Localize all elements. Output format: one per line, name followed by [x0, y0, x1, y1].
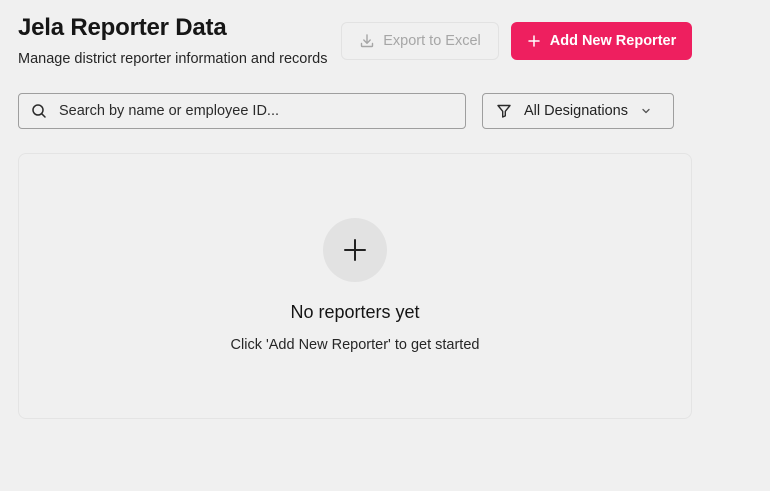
designation-filter-value: All Designations [524, 103, 628, 119]
add-new-reporter-button[interactable]: Add New Reporter [511, 22, 692, 60]
empty-state-card: No reporters yet Click 'Add New Reporter… [18, 153, 692, 419]
chevron-down-icon [640, 105, 652, 117]
page-subtitle: Manage district reporter information and… [18, 51, 328, 67]
empty-state-message: Click 'Add New Reporter' to get started [230, 337, 480, 353]
search-box[interactable] [18, 93, 466, 129]
search-icon [19, 103, 59, 119]
empty-state-add-button[interactable] [323, 218, 387, 282]
search-input[interactable] [59, 94, 465, 128]
download-icon [359, 33, 375, 49]
export-button-label: Export to Excel [383, 33, 481, 49]
plus-icon [343, 238, 367, 262]
designation-filter-select[interactable]: All Designations [482, 93, 674, 129]
export-to-excel-button[interactable]: Export to Excel [341, 22, 499, 60]
empty-state-title: No reporters yet [290, 302, 420, 322]
add-button-label: Add New Reporter [549, 33, 677, 49]
page-title: Jela Reporter Data [18, 14, 227, 41]
plus-icon [527, 34, 541, 48]
filter-icon [496, 103, 512, 119]
